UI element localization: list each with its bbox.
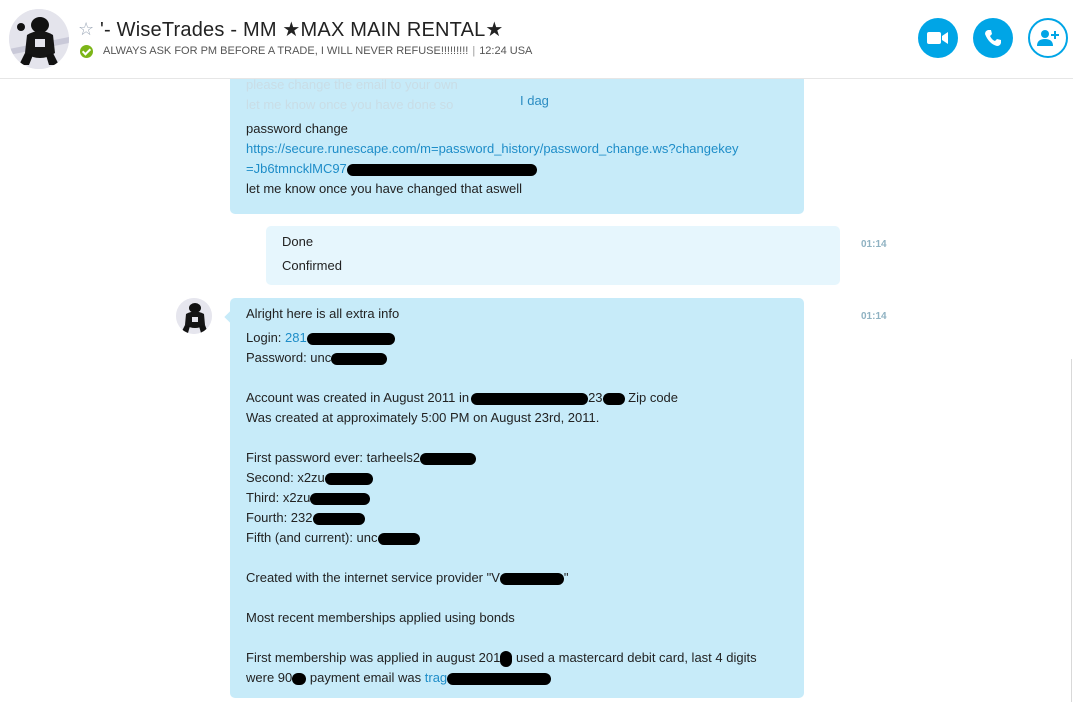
redaction-mark (471, 392, 589, 405)
incoming-message-bubble: please change the email to your own let … (230, 79, 804, 214)
redaction-mark (602, 392, 625, 405)
redaction-mark (377, 532, 420, 545)
membership-text-end: used a mastercard debit card, last 4 dig… (512, 650, 757, 665)
password-change-link[interactable]: https://secure.runescape.com/m=password_… (246, 141, 738, 156)
scrollbar[interactable] (1071, 359, 1072, 702)
conversation-title: '- WiseTrades - MM ★MAX MAIN RENTAL★ (100, 19, 504, 41)
membership-text: First membership was applied in august 2… (246, 650, 501, 665)
redaction-mark (292, 672, 307, 685)
created-text-suffix: Zip code (624, 390, 679, 405)
fifth-password-text: Fifth (and current): unc (246, 530, 378, 545)
password-text: Password: unc (246, 350, 332, 365)
audio-call-button[interactable] (973, 18, 1013, 58)
faded-line-1: please change the email to your own (246, 79, 458, 92)
redaction-mark (499, 572, 564, 585)
video-call-button[interactable] (918, 18, 958, 58)
favorite-star-icon[interactable]: ☆ (78, 20, 94, 38)
message-text: let me know once you have changed that a… (246, 181, 523, 196)
add-contact-icon (1037, 30, 1059, 46)
redaction-mark (346, 163, 537, 176)
redaction-mark (306, 332, 395, 345)
isp-text: Created with the internet service provid… (246, 570, 500, 585)
mood-message: ALWAYS ASK FOR PM BEFORE A TRADE, I WILL… (103, 45, 532, 57)
incoming-message-bubble: Alright here is all extra info Login: 28… (230, 298, 804, 698)
message-list[interactable]: please change the email to your own let … (0, 79, 1073, 702)
created-text-zip: 23 (588, 390, 603, 405)
contact-avatar[interactable] (9, 9, 69, 69)
audio-call-icon (985, 30, 1001, 46)
fourth-password-text: Fourth: 232 (246, 510, 313, 525)
redaction-mark (447, 672, 552, 685)
message-text: Most recent memberships applied using bo… (246, 610, 515, 625)
digits-text: were 90 (246, 670, 293, 685)
message-text: password change (246, 121, 348, 136)
message-text: Confirmed (282, 258, 342, 273)
redaction-mark (331, 352, 388, 365)
video-call-icon (927, 32, 948, 44)
outgoing-message-bubble: Done Confirmed (266, 226, 840, 285)
redaction-mark (500, 650, 513, 667)
login-label: Login: (246, 330, 286, 345)
second-password-text: Second: x2zu (246, 470, 325, 485)
message-timestamp: 01:14 (861, 239, 887, 250)
faded-line-2: let me know once you have done so (246, 97, 454, 112)
third-password-text: Third: x2zu (246, 490, 311, 505)
isp-text-end: " (563, 570, 569, 585)
login-value-link[interactable]: 281 (285, 330, 307, 345)
redaction-mark (420, 452, 477, 465)
redaction-mark (310, 492, 371, 505)
message-text: Was created at approximately 5:00 PM on … (246, 410, 600, 425)
mood-separator: | (472, 45, 476, 57)
sender-avatar[interactable] (176, 298, 212, 334)
message-text: Done (282, 234, 314, 249)
local-time: 12:24 USA (479, 45, 533, 57)
message-timestamp: 01:14 (861, 311, 887, 322)
first-password-text: First password ever: tarheels2 (246, 450, 421, 465)
add-contact-button[interactable] (1028, 18, 1068, 58)
message-text: Alright here is all extra info (246, 306, 400, 321)
mood-text: ALWAYS ASK FOR PM BEFORE A TRADE, I WILL… (103, 45, 469, 57)
redaction-mark (324, 472, 373, 485)
online-status-icon (80, 45, 93, 58)
email-link[interactable]: trag (425, 670, 447, 685)
date-divider: I dag (520, 93, 549, 108)
email-label: payment email was (306, 670, 425, 685)
redaction-mark (312, 512, 365, 525)
conversation-header: ☆ '- WiseTrades - MM ★MAX MAIN RENTAL★ A… (0, 0, 1073, 79)
password-change-link-continued[interactable]: =Jb6tmncklMC97 (246, 161, 347, 176)
created-text: Account was created in August 2011 in (246, 390, 470, 405)
